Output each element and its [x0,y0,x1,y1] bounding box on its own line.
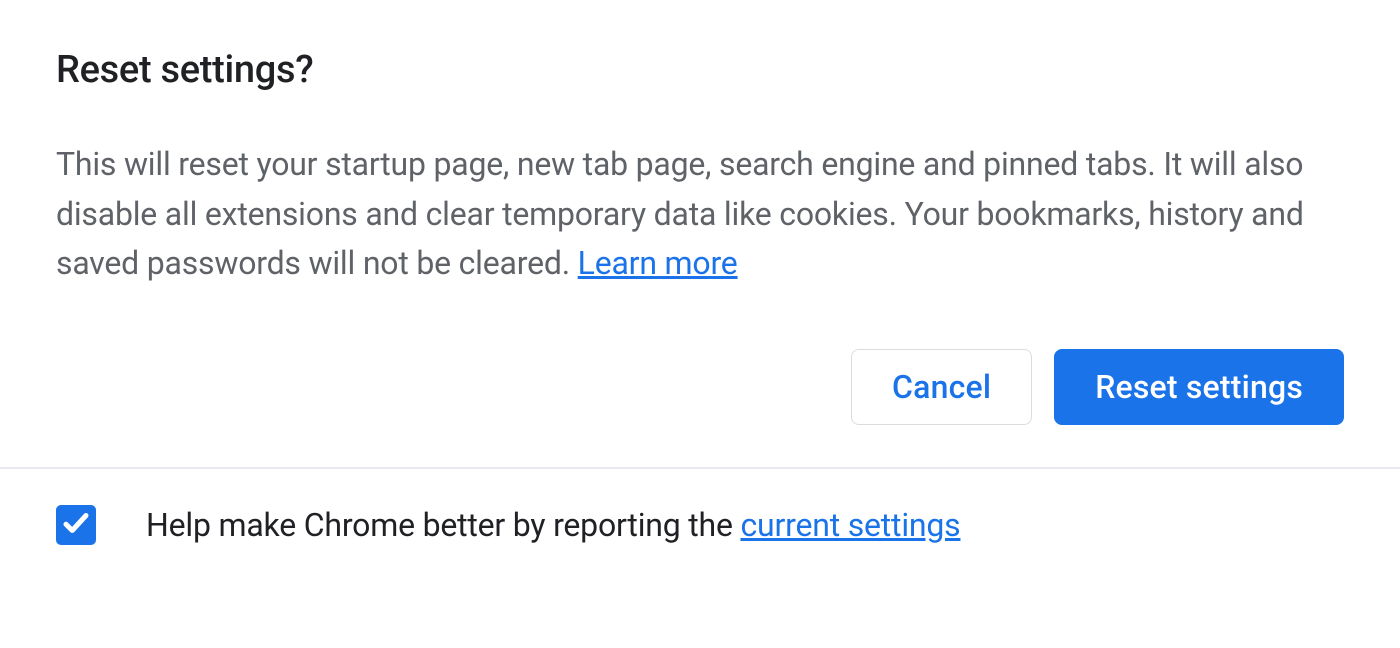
footer-help-text: Help make Chrome better by reporting the [146,506,740,544]
reset-settings-dialog: Reset settings? This will reset your sta… [0,0,1400,467]
dialog-button-row: Cancel Reset settings [56,349,1344,467]
footer-text: Help make Chrome better by reporting the… [146,506,960,544]
check-icon [61,508,91,542]
dialog-body: This will reset your startup page, new t… [56,140,1344,289]
reset-settings-button[interactable]: Reset settings [1054,349,1344,425]
dialog-title: Reset settings? [56,48,1344,92]
learn-more-link[interactable]: Learn more [578,244,738,282]
report-settings-checkbox[interactable] [56,505,96,545]
footer-row: Help make Chrome better by reporting the… [0,469,1400,545]
cancel-button[interactable]: Cancel [851,349,1032,425]
current-settings-link[interactable]: current settings [740,506,960,544]
